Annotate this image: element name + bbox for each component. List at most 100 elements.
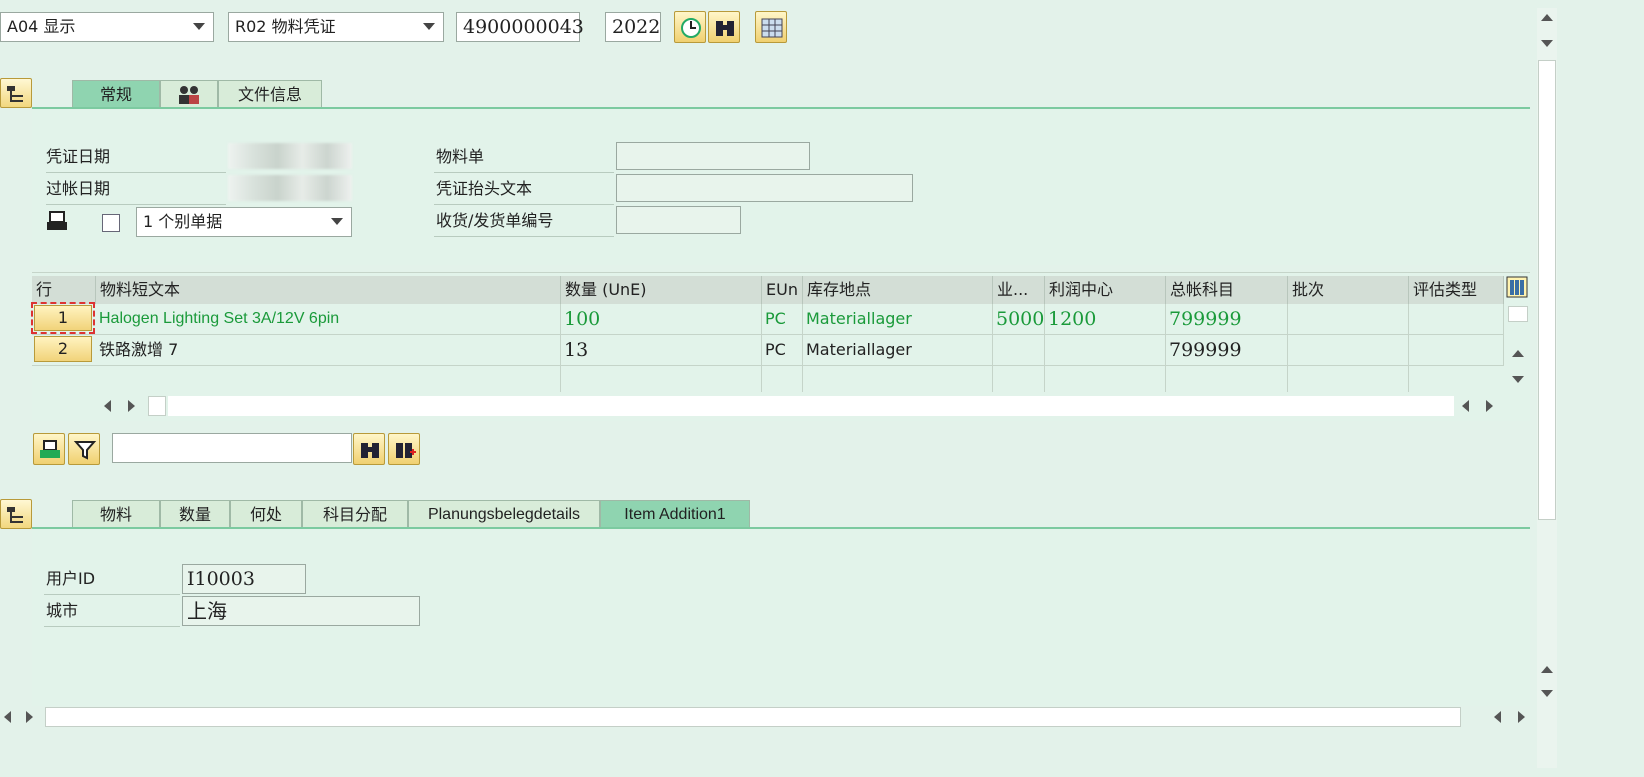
tab-planning-details[interactable]: Planungsbelegdetails — [408, 500, 600, 530]
action-value: A04 显示 — [7, 17, 76, 36]
scroll-right-icon[interactable] — [128, 400, 135, 412]
scroll-thumb[interactable] — [148, 396, 166, 416]
filter-button[interactable] — [68, 433, 100, 465]
cell-sloc: Materiallager — [803, 335, 993, 365]
scroll-thumb[interactable] — [45, 707, 1461, 727]
material-slip-field[interactable] — [616, 142, 810, 170]
cell-gl: 799999 — [1166, 304, 1288, 334]
material-text: Halogen Lighting Set 3A/12V 6pin — [99, 310, 340, 327]
table-row[interactable]: 铁路激增 7 13 PC Materiallager 799999 — [32, 335, 1504, 366]
cell-qty: 13 — [561, 335, 762, 365]
divider — [434, 172, 614, 173]
column-header[interactable]: 评估类型 — [1409, 276, 1504, 304]
doc-date-value — [228, 143, 352, 169]
tree-icon — [7, 86, 23, 102]
scroll-down-icon[interactable] — [1541, 690, 1553, 697]
reference-value: R02 物料凭证 — [235, 17, 336, 36]
tab-partner[interactable] — [160, 80, 218, 110]
cell-biz — [993, 335, 1045, 365]
execute-icon — [681, 18, 701, 38]
tab-material[interactable]: 物料 — [72, 500, 160, 530]
scroll-down-icon[interactable] — [1541, 40, 1553, 47]
action-dropdown[interactable]: A04 显示 — [0, 12, 214, 42]
scroll-track[interactable] — [168, 396, 1454, 416]
find-next-button[interactable] — [388, 433, 420, 465]
scroll-up-icon[interactable] — [1541, 666, 1553, 673]
layout-button[interactable] — [755, 11, 787, 43]
empty-cell — [96, 366, 561, 392]
delivery-note-label: 收货/发货单编号 — [436, 211, 554, 230]
empty-cell — [1166, 366, 1288, 392]
cell-text: Halogen Lighting Set 3A/12V 6pin — [96, 304, 561, 334]
doc-number-value: 4900000043 — [463, 16, 584, 38]
tab-item-addition[interactable]: Item Addition1 — [600, 500, 750, 530]
scroll-right-icon[interactable] — [1518, 711, 1525, 723]
tab-file-info[interactable]: 文件信息 — [218, 80, 322, 110]
cell-batch — [1288, 335, 1409, 365]
tab-account-assignment[interactable]: 科目分配 — [302, 500, 408, 530]
page-hscrollbar[interactable] — [0, 706, 1537, 728]
vertical-scrollbar[interactable] — [1537, 8, 1557, 768]
scroll-left-icon[interactable] — [1494, 711, 1501, 723]
execute-button[interactable] — [674, 11, 706, 43]
column-header[interactable]: 业... — [993, 276, 1045, 304]
tab-quantity[interactable]: 数量 — [160, 500, 230, 530]
binoculars-plus-icon — [396, 443, 416, 458]
table-icon — [761, 18, 783, 38]
scroll-up-icon[interactable] — [1541, 14, 1553, 21]
city-field[interactable]: 上海 — [182, 596, 420, 626]
user-id-field[interactable]: I10003 — [182, 564, 306, 594]
scroll-right-icon[interactable] — [26, 711, 33, 723]
column-header[interactable]: 数量 (UnE) — [561, 276, 762, 304]
user-id-label: 用户ID — [46, 569, 96, 588]
column-header[interactable]: 批次 — [1288, 276, 1409, 304]
divider — [434, 204, 614, 205]
scroll-left-icon[interactable] — [1462, 400, 1469, 412]
scroll-left-icon[interactable] — [4, 711, 11, 723]
print-checkbox[interactable] — [102, 214, 120, 232]
column-header[interactable]: EUn — [762, 276, 803, 304]
column-settings-icon[interactable] — [1506, 276, 1528, 302]
print-icon[interactable] — [46, 210, 68, 236]
chevron-down-icon — [423, 23, 435, 30]
column-header[interactable]: 行 — [32, 276, 96, 304]
cell-text: 铁路激增 7 — [96, 335, 561, 365]
cell-eun: PC — [762, 335, 803, 365]
table-row[interactable]: Halogen Lighting Set 3A/12V 6pin 100 PC … — [32, 304, 1504, 335]
column-header[interactable]: 物料短文本 — [96, 276, 561, 304]
scroll-right-icon[interactable] — [1486, 400, 1493, 412]
year-input[interactable]: 2022 — [605, 12, 661, 42]
print-icon — [40, 440, 60, 458]
scroll-up-icon[interactable] — [1512, 350, 1524, 357]
header-text-field[interactable] — [616, 174, 913, 202]
column-header[interactable]: 总帐科目 — [1166, 276, 1288, 304]
cell-sloc: Materiallager — [803, 304, 993, 334]
column-header[interactable]: 库存地点 — [803, 276, 993, 304]
chevron-down-icon — [331, 218, 343, 225]
doc-date-label: 凭证日期 — [46, 147, 111, 166]
collapse-header-button[interactable] — [0, 78, 32, 108]
table-scroll-thumb[interactable] — [1508, 306, 1528, 322]
print-list-button[interactable] — [33, 433, 65, 465]
print-option-dropdown[interactable]: 1 个别单据 — [136, 207, 352, 237]
delivery-note-field[interactable] — [616, 206, 741, 234]
collapse-detail-button[interactable] — [0, 499, 32, 529]
table-hscrollbar[interactable] — [96, 396, 1506, 416]
search-input[interactable] — [112, 433, 352, 463]
doc-number-input[interactable]: 4900000043 — [456, 12, 584, 42]
scroll-down-icon[interactable] — [1512, 376, 1524, 383]
scroll-left-icon[interactable] — [104, 400, 111, 412]
find-button[interactable] — [708, 11, 740, 43]
material-slip-label: 物料单 — [436, 147, 485, 166]
tab-general[interactable]: 常规 — [72, 80, 160, 110]
column-header[interactable]: 利润中心 — [1045, 276, 1166, 304]
cell-qty: 100 — [561, 304, 762, 334]
scroll-thumb[interactable] — [1538, 60, 1556, 520]
reference-dropdown[interactable]: R02 物料凭证 — [228, 12, 444, 42]
row-selector[interactable]: 2 — [34, 336, 92, 362]
header-text-label: 凭证抬头文本 — [436, 179, 533, 198]
find-button[interactable] — [353, 433, 385, 465]
tab-where[interactable]: 何处 — [230, 500, 302, 530]
row-selector[interactable]: 1 — [31, 302, 95, 334]
post-date-label: 过帐日期 — [46, 179, 111, 198]
